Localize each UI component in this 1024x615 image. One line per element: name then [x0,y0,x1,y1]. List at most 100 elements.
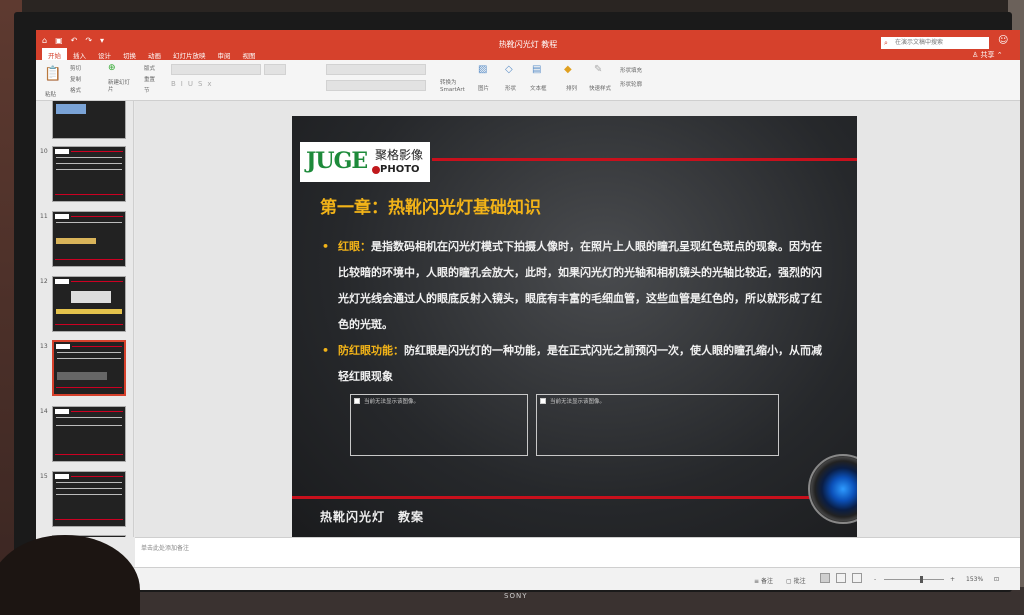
thumb-footer-line [55,194,123,195]
ribbon: 📋 粘贴 剪切 复制 格式 ⊕ 新建幻灯片 版式 重置 节 BIUSx 转换为 … [36,60,1020,101]
slide-thumbnail-selected[interactable] [52,340,126,396]
section-button[interactable]: 节 [144,86,150,94]
slide-thumbnail[interactable] [52,146,126,202]
slide-sorter-view-button[interactable] [836,573,846,583]
slide-editing-area[interactable]: JUGE 聚格影像 PHOTO 第一章：热靴闪光灯基础知识 • 红眼：是指数码相… [135,101,1020,540]
tab-home[interactable]: 开始 [42,48,67,60]
feedback-smiley-icon[interactable]: ☺ [998,35,1008,46]
normal-view-button[interactable] [820,573,830,583]
thumb-text [57,358,121,359]
tab-transitions[interactable]: 切换 [117,48,142,60]
broken-image-icon [540,398,546,404]
new-slide-icon[interactable]: ⊕ [108,63,116,73]
thumb-logo [55,149,69,154]
slide-thumbnail[interactable] [52,406,126,462]
copy-button[interactable]: 复制 [70,75,81,83]
slide-thumbnails-pane: 10 11 12 13 14 15 [36,101,134,537]
juge-logo: JUGE 聚格影像 PHOTO [300,142,430,182]
comments-label: 批注 [793,578,806,585]
tab-view[interactable]: 视图 [237,48,262,60]
picture-button[interactable]: 图片 [478,84,489,92]
reading-view-button[interactable] [852,573,862,583]
zoom-slider-handle[interactable] [920,576,923,583]
share-label: 共享 [980,51,995,59]
arrange-icon[interactable]: ◆ [564,64,572,75]
new-slide-button[interactable]: 新建幻灯片 [108,80,130,94]
current-slide[interactable]: JUGE 聚格影像 PHOTO 第一章：热靴闪光灯基础知识 • 红眼：是指数码相… [292,116,857,540]
thumb-line [71,476,123,477]
slide-thumbnail[interactable] [52,101,126,139]
quick-styles-icon[interactable]: ✎ [594,64,602,75]
thumb-number: 13 [40,343,48,350]
reset-button[interactable]: 重置 [144,75,155,83]
font-family-select[interactable] [171,64,261,75]
thumb-text [56,494,122,495]
logo-text-cn: 聚格影像 [375,148,424,162]
font-size-select[interactable] [264,64,286,75]
zoom-slider[interactable] [884,579,944,580]
collapse-ribbon-icon[interactable]: ⌃ [997,51,1003,59]
shape-icon[interactable]: ◇ [505,64,513,75]
slide-body[interactable]: • 红眼：是指数码相机在闪光灯模式下拍摄人像时，在照片上人眼的瞳孔呈现红色斑点的… [318,234,828,390]
tab-slideshow[interactable]: 幻灯片放映 [167,48,212,60]
image-placeholder-2[interactable]: 当前无法显示该图像。 [536,394,779,456]
tab-design[interactable]: 设计 [92,48,117,60]
slide-thumbnail[interactable] [52,211,126,267]
monitor: SONY ⌂ ▣ ↶ ↷ ▾ 热靴闪光灯 教程 ⌕ 在演示文稿中搜索 ☺ 开始 … [14,12,1020,600]
thumb-number: 10 [40,148,48,155]
notes-pane[interactable]: 单击此处添加备注 [135,537,1020,567]
thumb-text [56,417,122,418]
image-placeholder-1[interactable]: 当前无法显示该图像。 [350,394,528,456]
shape-outline-button[interactable]: 形状轮廓 [620,80,642,88]
search-input[interactable]: ⌕ 在演示文稿中搜索 [881,37,989,49]
slide-thumbnail[interactable] [52,276,126,332]
status-bar: ≡ 备注 ▢ 批注 - + 153% ⊡ [36,567,1020,590]
font-style-buttons[interactable]: BIUSx [171,80,217,88]
fit-to-window-icon[interactable]: ⊡ [994,576,999,583]
thumb-text [56,425,122,426]
zoom-level[interactable]: 153% [966,576,983,583]
slide-thumbnail[interactable] [52,471,126,527]
thumb-text [56,488,122,489]
header-divider [432,158,857,161]
bullet-text: 是指数码相机在闪光灯模式下拍摄人像时，在照片上人眼的瞳孔呈现红色斑点的现象。因为… [338,240,822,331]
comments-button[interactable]: ▢ 批注 [786,576,806,585]
picture-icon[interactable]: ▨ [478,64,487,75]
search-placeholder: 在演示文稿中搜索 [895,39,944,46]
bullet-term: 防红眼功能： [338,344,404,357]
convert-smartart-button[interactable]: 转换为 SmartArt [440,80,468,94]
paragraph-tools[interactable] [326,64,426,75]
notes-toggle-button[interactable]: ≡ 备注 [754,576,773,585]
thumb-footer-line [55,259,123,260]
arrange-button[interactable]: 排列 [566,84,577,92]
tab-animations[interactable]: 动画 [142,48,167,60]
layout-button[interactable]: 版式 [144,64,155,72]
tab-insert[interactable]: 插入 [67,48,92,60]
share-button[interactable]: ♙ 共享 ⌃ [972,50,1003,60]
thumb-number: 12 [40,278,48,285]
placeholder-text: 当前无法显示该图像。 [364,399,420,405]
thumb-chart [56,104,86,114]
textbox-icon[interactable]: ▤ [532,64,541,75]
thumb-text [56,222,122,223]
thumb-image [71,291,111,303]
shape-fill-button[interactable]: 形状填充 [620,66,642,74]
powerpoint-window: ⌂ ▣ ↶ ↷ ▾ 热靴闪光灯 教程 ⌕ 在演示文稿中搜索 ☺ 开始 插入 设计… [36,30,1020,590]
slide-title[interactable]: 第一章：热靴闪光灯基础知识 [320,193,541,218]
paste-button[interactable]: 粘贴 [45,90,56,98]
bullet-anti-red-eye: • 防红眼功能：防红眼是闪光灯的一种功能，是在正式闪光之前预闪一次，使人眼的瞳孔… [318,338,828,390]
zoom-out-button[interactable]: - [874,576,876,583]
thumb-footer-line [56,387,122,388]
tab-review[interactable]: 审阅 [212,48,237,60]
thumb-number: 14 [40,408,48,415]
shape-button[interactable]: 形状 [505,84,516,92]
textbox-button[interactable]: 文本框 [530,84,547,92]
paste-icon[interactable]: 📋 [44,66,61,82]
cut-button[interactable]: 剪切 [70,64,81,72]
quick-styles-button[interactable]: 快速样式 [589,84,611,92]
thumb-line [71,151,123,152]
format-painter-button[interactable]: 格式 [70,86,81,94]
alignment-tools[interactable] [326,80,426,91]
zoom-in-button[interactable]: + [950,576,955,583]
thumb-number: 11 [40,213,48,220]
